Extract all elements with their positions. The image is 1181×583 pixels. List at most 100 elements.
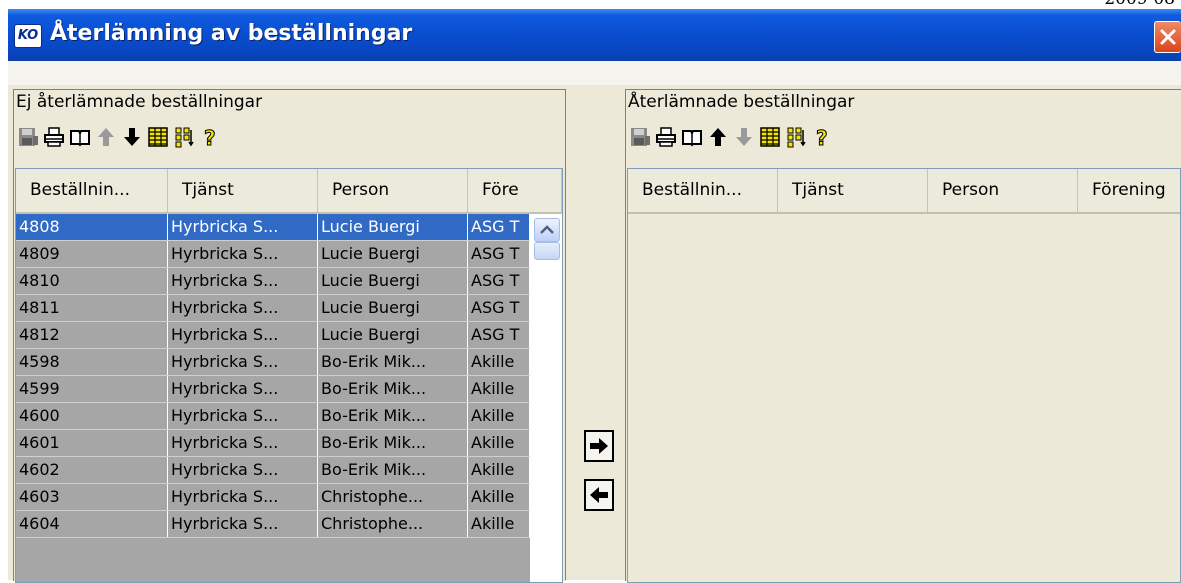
sort-icon[interactable] <box>172 125 196 149</box>
sort-icon[interactable] <box>784 125 808 149</box>
close-icon <box>1160 29 1176 45</box>
cell-service: Hyrbricka S... <box>168 403 318 429</box>
cell-order: 4810 <box>16 268 168 294</box>
book-icon[interactable] <box>680 125 704 149</box>
cell-association: ASG T <box>468 241 530 267</box>
cell-service: Hyrbricka S... <box>168 457 318 483</box>
table-row[interactable]: 4603 Hyrbricka S... Christophe... Akille <box>16 484 530 511</box>
cell-order: 4601 <box>16 430 168 456</box>
table-row[interactable]: 4811 Hyrbricka S... Lucie Buergi ASG T <box>16 295 530 322</box>
arrow-down-icon[interactable] <box>120 125 144 149</box>
cell-service: Hyrbricka S... <box>168 214 318 240</box>
cell-service: Hyrbricka S... <box>168 484 318 510</box>
cell-order: 4812 <box>16 322 168 348</box>
column-header-service[interactable]: Tjänst <box>778 169 928 212</box>
cell-order: 4598 <box>16 349 168 375</box>
cell-person: Christophe... <box>318 484 468 510</box>
dialog-body: Ej återlämnade beställningar ? Beställni… <box>8 61 1181 583</box>
cell-person: Bo-Erik Mik... <box>318 457 468 483</box>
arrow-down-icon[interactable] <box>732 125 756 149</box>
unreturned-grid-header: Beställnin... Tjänst Person Före <box>16 169 562 214</box>
returned-grid-header: Beställnin... Tjänst Person Förening <box>628 169 1180 214</box>
cell-order: 4811 <box>16 295 168 321</box>
cell-association: Akille <box>468 484 530 510</box>
column-header-association[interactable]: Förening <box>1078 169 1180 212</box>
cell-person: Lucie Buergi <box>318 268 468 294</box>
cell-service: Hyrbricka S... <box>168 295 318 321</box>
column-header-association[interactable]: Före <box>468 169 562 212</box>
cell-association: ASG T <box>468 295 530 321</box>
move-right-button[interactable] <box>584 430 614 462</box>
arrow-up-icon[interactable] <box>706 125 730 149</box>
column-header-order[interactable]: Beställnin... <box>628 169 778 212</box>
save-icon[interactable] <box>16 125 40 149</box>
panel-splitter[interactable] <box>565 89 570 580</box>
table-row[interactable]: 4598 Hyrbricka S... Bo-Erik Mik... Akille <box>16 349 530 376</box>
cell-person: Christophe... <box>318 511 468 537</box>
top-strip <box>8 61 1181 85</box>
cell-person: Lucie Buergi <box>318 241 468 267</box>
column-header-person[interactable]: Person <box>928 169 1078 212</box>
arrow-right-icon <box>590 438 608 454</box>
book-icon[interactable] <box>68 125 92 149</box>
cell-service: Hyrbricka S... <box>168 241 318 267</box>
unreturned-grid: Beställnin... Tjänst Person Före 4808 Hyr… <box>15 168 563 583</box>
move-left-button[interactable] <box>584 479 614 511</box>
cell-person: Lucie Buergi <box>318 322 468 348</box>
cell-person: Lucie Buergi <box>318 214 468 240</box>
returned-grid: Beställnin... Tjänst Person Förening <box>627 168 1181 583</box>
arrow-up-icon[interactable] <box>94 125 118 149</box>
returned-panel-title: Återlämnade beställningar <box>628 92 855 112</box>
unreturned-scrollbar[interactable] <box>530 214 562 582</box>
app-logo-icon: KO <box>14 24 42 48</box>
grid-icon[interactable] <box>758 125 782 149</box>
table-row[interactable]: 4604 Hyrbricka S... Christophe... Akille <box>16 511 530 538</box>
print-icon[interactable] <box>42 125 66 149</box>
svg-text:?: ? <box>204 126 216 148</box>
cell-order: 4602 <box>16 457 168 483</box>
cell-association: ASG T <box>468 322 530 348</box>
help-icon[interactable]: ? <box>198 125 222 149</box>
cell-order: 4603 <box>16 484 168 510</box>
column-header-service[interactable]: Tjänst <box>168 169 318 212</box>
table-row[interactable]: 4812 Hyrbricka S... Lucie Buergi ASG T <box>16 322 530 349</box>
cell-service: Hyrbricka S... <box>168 322 318 348</box>
cell-association: ASG T <box>468 268 530 294</box>
cell-association: Akille <box>468 403 530 429</box>
unreturned-grid-rows: 4808 Hyrbricka S... Lucie Buergi ASG T 4809 H… <box>16 214 530 538</box>
corner-date-fragment: 2009-08 <box>1104 0 1175 9</box>
table-row[interactable]: 4599 Hyrbricka S... Bo-Erik Mik... Akille <box>16 376 530 403</box>
arrow-left-icon <box>590 487 608 503</box>
window-title: Återlämning av beställningar <box>50 21 413 46</box>
cell-association: Akille <box>468 511 530 537</box>
returned-toolbar: ? <box>628 124 834 150</box>
save-icon[interactable] <box>628 125 652 149</box>
cell-order: 4604 <box>16 511 168 537</box>
table-row[interactable]: 4601 Hyrbricka S... Bo-Erik Mik... Akille <box>16 430 530 457</box>
scroll-thumb[interactable] <box>534 242 560 260</box>
scroll-up-button[interactable] <box>534 218 560 242</box>
table-row[interactable]: 4810 Hyrbricka S... Lucie Buergi ASG T <box>16 268 530 295</box>
table-row[interactable]: 4600 Hyrbricka S... Bo-Erik Mik... Akille <box>16 403 530 430</box>
grid-icon[interactable] <box>146 125 170 149</box>
svg-text:?: ? <box>816 126 828 148</box>
cell-order: 4809 <box>16 241 168 267</box>
close-button[interactable] <box>1154 21 1181 53</box>
cell-person: Bo-Erik Mik... <box>318 376 468 402</box>
table-row[interactable]: 4808 Hyrbricka S... Lucie Buergi ASG T <box>16 214 530 241</box>
cell-service: Hyrbricka S... <box>168 349 318 375</box>
cell-order: 4808 <box>16 214 168 240</box>
cell-association: Akille <box>468 430 530 456</box>
table-row[interactable]: 4602 Hyrbricka S... Bo-Erik Mik... Akille <box>16 457 530 484</box>
column-header-order[interactable]: Beställnin... <box>16 169 168 212</box>
unreturned-panel-title: Ej återlämnade beställningar <box>16 92 263 112</box>
help-icon[interactable]: ? <box>810 125 834 149</box>
cell-service: Hyrbricka S... <box>168 268 318 294</box>
cell-person: Bo-Erik Mik... <box>318 349 468 375</box>
column-header-person[interactable]: Person <box>318 169 468 212</box>
unreturned-toolbar: ? <box>16 124 222 150</box>
cell-person: Lucie Buergi <box>318 295 468 321</box>
cell-service: Hyrbricka S... <box>168 376 318 402</box>
table-row[interactable]: 4809 Hyrbricka S... Lucie Buergi ASG T <box>16 241 530 268</box>
print-icon[interactable] <box>654 125 678 149</box>
